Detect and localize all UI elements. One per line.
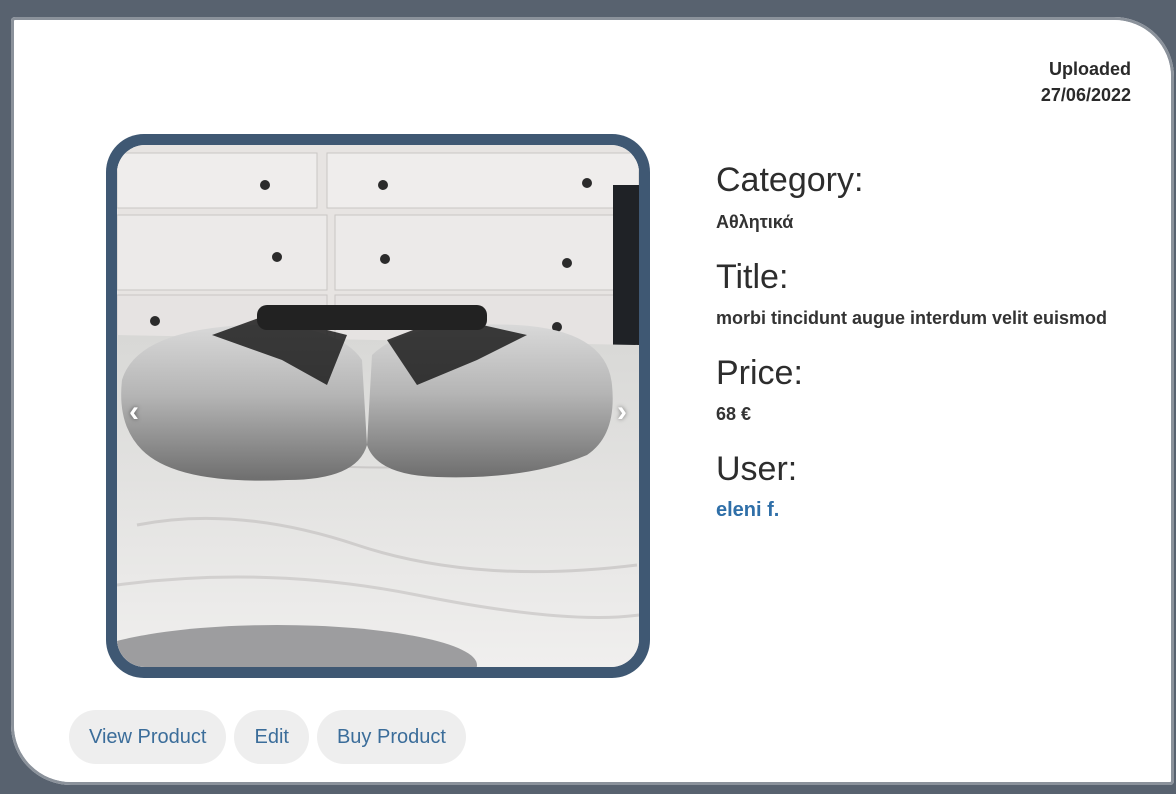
user-block: User: eleni f. <box>716 449 1136 523</box>
carousel-prev-button[interactable]: ‹ <box>129 395 139 429</box>
uploaded-label: Uploaded <box>1048 59 1131 79</box>
edit-button[interactable]: Edit <box>234 710 309 764</box>
carousel-next-button[interactable]: › <box>617 395 627 429</box>
upload-info: Uploaded 27/06/2022 <box>1041 56 1131 108</box>
title-label: Title: <box>716 258 789 296</box>
uploaded-date: 27/06/2022 <box>1040 85 1131 105</box>
chevron-right-icon: › <box>617 395 627 428</box>
image-carousel: ‹ › <box>106 134 650 678</box>
price-value: 68 € <box>716 404 752 424</box>
title-value: morbi tincidunt augue interdum velit eui… <box>716 308 1108 328</box>
action-buttons: View Product Edit Buy Product <box>69 710 466 764</box>
product-card-body: Uploaded 27/06/2022 ‹ › Category: Αθλητι… <box>14 20 1171 782</box>
title-block: Title: morbi tincidunt augue interdum ve… <box>716 257 1136 331</box>
category-value: Αθλητικά <box>716 212 794 232</box>
category-label: Category: <box>716 161 864 199</box>
price-label: Price: <box>716 354 803 392</box>
user-link[interactable]: eleni f. <box>716 499 779 521</box>
buy-product-button[interactable]: Buy Product <box>316 710 466 764</box>
price-block: Price: 68 € <box>716 353 1136 427</box>
category-block: Category: Αθλητικά <box>716 160 1136 235</box>
product-card: Uploaded 27/06/2022 ‹ › Category: Αθλητι… <box>11 17 1174 785</box>
chevron-left-icon: ‹ <box>129 395 139 428</box>
user-label: User: <box>716 450 798 488</box>
page-frame: Uploaded 27/06/2022 ‹ › Category: Αθλητι… <box>0 0 1176 794</box>
boxing-gloves-photo <box>117 145 639 667</box>
product-photo: ‹ › <box>117 145 639 667</box>
view-product-button[interactable]: View Product <box>69 710 227 764</box>
product-details: Category: Αθλητικά Title: morbi tincidun… <box>716 160 1136 545</box>
